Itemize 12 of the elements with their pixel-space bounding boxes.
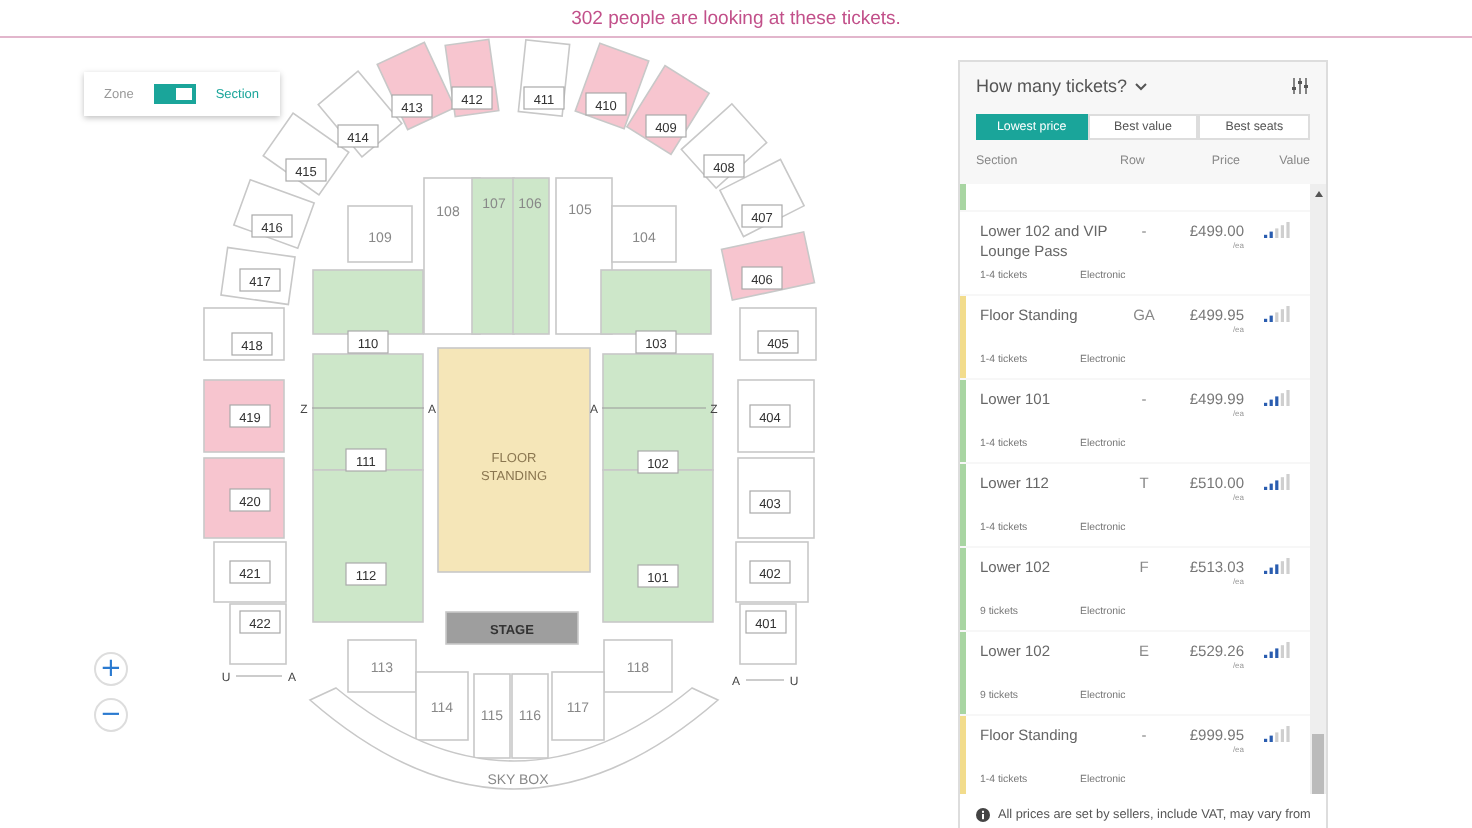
- info-icon: [976, 807, 990, 821]
- view-switch[interactable]: [153, 84, 196, 104]
- chevron-icon: [1133, 81, 1148, 91]
- filter-icon[interactable]: [1290, 76, 1310, 96]
- scrollbar[interactable]: [1310, 184, 1326, 794]
- viewers-notice: 302 people are looking at these tickets.: [571, 7, 901, 29]
- seat-section[interactable]: [445, 611, 579, 645]
- quantity-dropdown[interactable]: How many tickets?: [976, 76, 1148, 96]
- zoom-in-button[interactable]: +: [94, 652, 128, 686]
- scrollbar-thumb[interactable]: [1312, 734, 1324, 794]
- scroll-up-icon[interactable]: [1313, 190, 1323, 198]
- zoom-out-button[interactable]: −: [94, 698, 128, 732]
